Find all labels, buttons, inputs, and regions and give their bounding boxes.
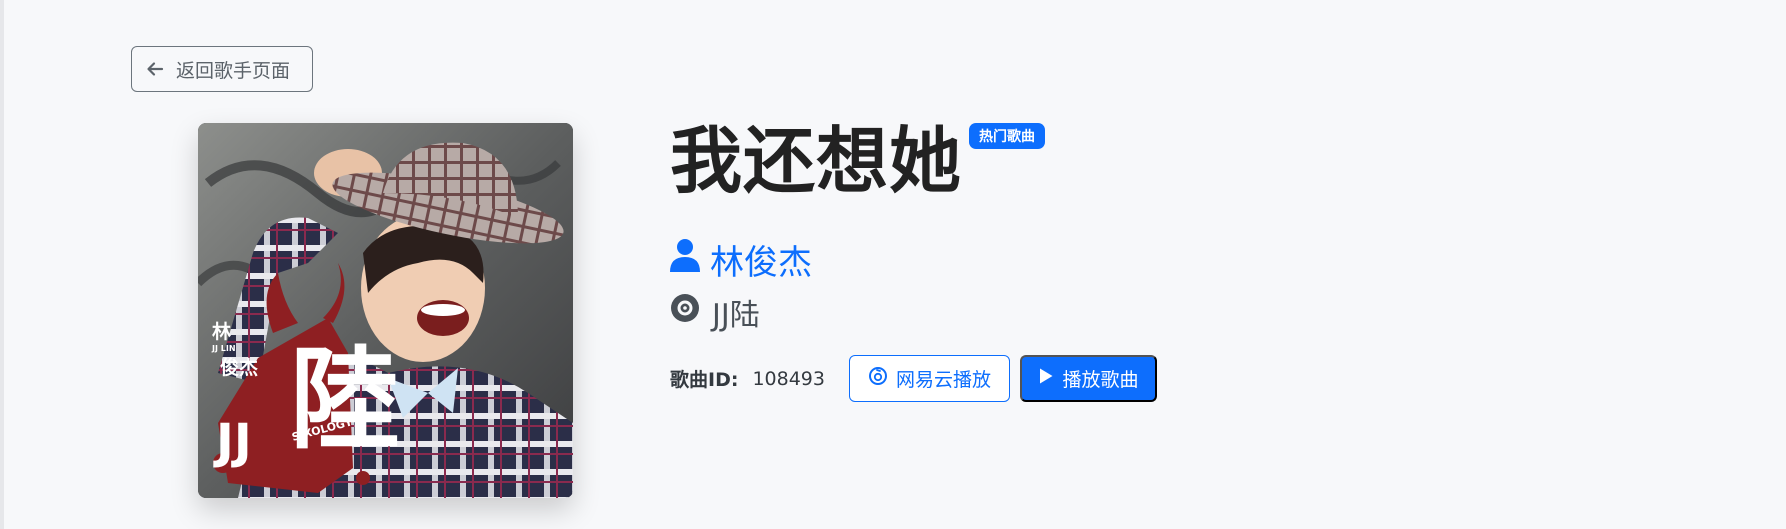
arrow-left-icon: [146, 60, 164, 78]
song-id-label: 歌曲ID:: [670, 369, 739, 391]
play-icon: [1038, 367, 1054, 391]
song-title: 我还想她: [670, 119, 963, 203]
play-button-label: 播放歌曲: [1062, 370, 1139, 391]
cover-jj-text: JJ: [213, 414, 252, 470]
album-name: JJ陆: [712, 298, 760, 333]
hot-song-badge: 热门歌曲: [969, 123, 1045, 149]
cover-logo-char: 陸: [290, 335, 400, 464]
cover-artist-en: JJ LIN: [211, 344, 236, 353]
play-song-button[interactable]: 播放歌曲: [1020, 355, 1157, 402]
artist-name: 林俊杰: [710, 243, 812, 283]
netease-play-button[interactable]: 网易云播放: [849, 355, 1010, 402]
song-id-value: 108493: [752, 367, 825, 390]
album-cover: 陸 JJ 林 JJ LIN 俊杰 SIXOLOGY: [198, 123, 573, 498]
page-left-border: [0, 0, 4, 529]
netease-icon: [868, 366, 888, 392]
song-id-row: 歌曲ID: 108493: [670, 365, 825, 392]
artist-link[interactable]: 林俊杰: [670, 235, 812, 284]
cover-artist-char: 林: [212, 320, 231, 343]
disc-icon: [670, 293, 700, 331]
cover-artist-name: 俊杰: [220, 356, 258, 379]
netease-button-label: 网易云播放: [895, 370, 991, 391]
person-icon: [670, 238, 700, 281]
back-button-label: 返回歌手页面: [176, 60, 291, 82]
back-to-artist-button[interactable]: 返回歌手页面: [131, 46, 313, 92]
album-info: JJ陆: [670, 290, 760, 334]
